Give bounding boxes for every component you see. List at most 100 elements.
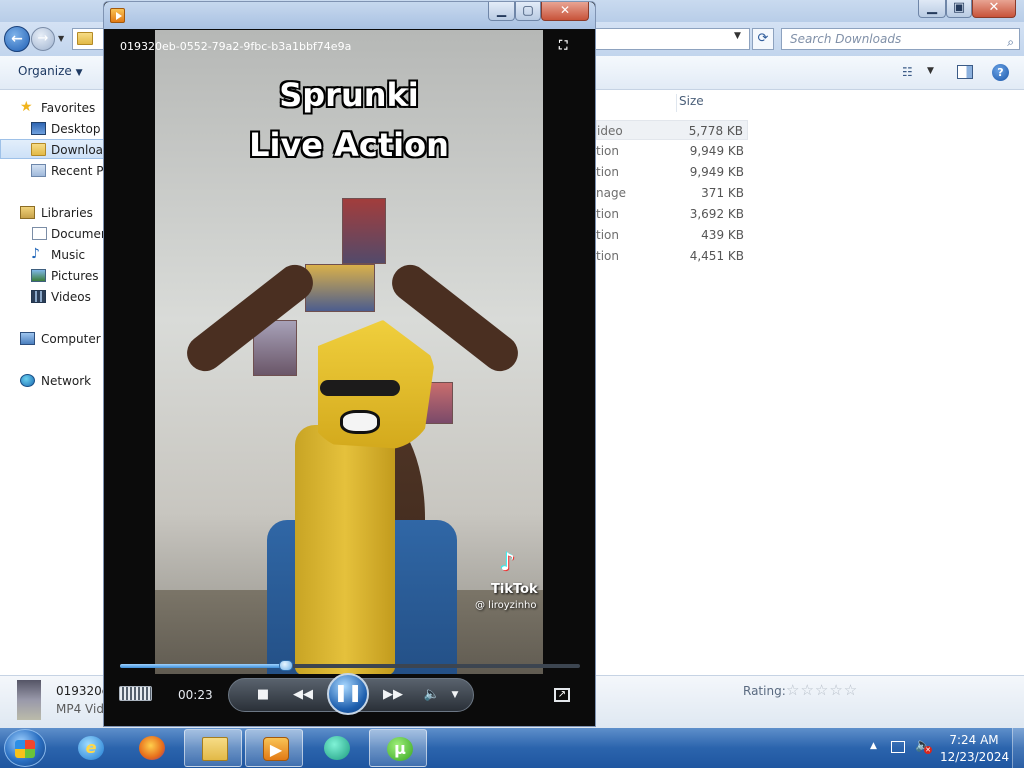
search-input[interactable]: Search Downloads ⌕: [781, 28, 1020, 50]
forward-button[interactable]: →: [31, 27, 55, 51]
nav-item-libraries[interactable]: Libraries: [0, 203, 104, 223]
organize-button[interactable]: Organize ▼: [18, 64, 83, 78]
column-header-size[interactable]: Size: [676, 94, 752, 112]
rating-label: Rating:: [743, 684, 786, 698]
player-maximize-button[interactable]: ▢: [515, 2, 541, 21]
file-type: tion: [596, 144, 619, 158]
nav-item-desktop[interactable]: Desktop: [0, 119, 104, 139]
tray-expand-icon[interactable]: ▲: [870, 741, 877, 751]
taskbar-messenger[interactable]: [307, 729, 365, 767]
mask-eyes: [320, 380, 400, 396]
refresh-button[interactable]: ⟳: [752, 28, 774, 50]
utorrent-icon: μ: [387, 737, 413, 761]
nav-item-favorites[interactable]: ★ Favorites: [0, 98, 104, 118]
taskbar-internet-explorer[interactable]: e: [61, 729, 119, 767]
seek-bar[interactable]: [120, 660, 580, 671]
computer-icon: [20, 332, 35, 345]
preview-pane-icon[interactable]: [957, 65, 973, 79]
file-row[interactable]: tion 4,451 KB: [596, 246, 748, 266]
fullscreen-icon[interactable]: ⛶: [559, 38, 567, 53]
file-row[interactable]: ideo 5,778 KB: [596, 120, 748, 140]
explorer-close-button[interactable]: ✕: [972, 0, 1016, 18]
action-center-icon[interactable]: [891, 741, 905, 753]
nav-item-network[interactable]: Network: [0, 371, 104, 391]
nav-item-pictures[interactable]: Pictures: [0, 266, 104, 286]
view-dropdown-icon[interactable]: ▼: [927, 66, 934, 76]
nav-item-recent-places[interactable]: Recent Places: [0, 161, 104, 181]
next-icon[interactable]: ▶▶: [376, 683, 410, 707]
library-icon: [20, 206, 35, 219]
nav-item-music[interactable]: ♪ Music: [0, 245, 104, 265]
file-row[interactable]: nage 371 KB: [596, 183, 748, 203]
mask-mouth: [340, 410, 380, 434]
start-button[interactable]: [4, 729, 46, 767]
taskbar-firefox[interactable]: [122, 729, 180, 767]
file-size: 4,451 KB: [689, 249, 744, 263]
rating-stars[interactable]: ☆☆☆☆☆: [786, 681, 858, 699]
show-desktop-button[interactable]: [1012, 728, 1024, 768]
videos-icon: [31, 290, 46, 303]
stop-icon[interactable]: ■: [252, 683, 274, 707]
volume-dropdown-icon[interactable]: ▼: [448, 683, 462, 707]
switch-to-library-icon[interactable]: [119, 686, 152, 701]
nav-item-documents[interactable]: Documents: [0, 224, 104, 244]
nav-item-videos[interactable]: Videos: [0, 287, 104, 307]
windows-logo-icon: [15, 740, 35, 758]
nav-item-downloads[interactable]: Downloads: [0, 139, 104, 159]
nav-label: Desktop: [51, 122, 101, 136]
clock-time[interactable]: 7:24 AM: [940, 733, 1008, 747]
file-type: tion: [596, 165, 619, 179]
file-row[interactable]: tion 9,949 KB: [596, 141, 748, 161]
watermark-user: @ liroyzinho: [475, 600, 537, 611]
help-icon[interactable]: ?: [992, 64, 1009, 81]
explorer-minimize-button[interactable]: ▁: [918, 0, 946, 18]
details-file-name: 019320e: [56, 684, 110, 698]
file-row[interactable]: tion 439 KB: [596, 225, 748, 245]
nav-item-computer[interactable]: Computer: [0, 329, 104, 349]
nav-label: Videos: [51, 290, 91, 304]
folder-icon: [202, 737, 228, 761]
switch-to-now-playing-icon[interactable]: ↗: [554, 688, 570, 702]
player-close-button[interactable]: ✕: [541, 2, 589, 21]
file-row[interactable]: tion 9,949 KB: [596, 162, 748, 182]
details-file-type: MP4 Vid: [56, 702, 104, 716]
nav-label: Network: [41, 374, 92, 388]
elapsed-time: 00:23: [178, 688, 213, 702]
tiktok-icon: ♪: [500, 548, 516, 576]
address-dropdown-icon[interactable]: ▼: [734, 31, 741, 41]
taskbar-media-player[interactable]: ▶: [245, 729, 303, 767]
wall-poster: [342, 198, 386, 264]
seek-handle[interactable]: [278, 660, 293, 671]
organize-label: Organize: [18, 64, 72, 78]
overlay-title-line1: Sprunki: [279, 76, 419, 114]
wall-poster: [305, 264, 375, 312]
explorer-maximize-button[interactable]: ▣: [946, 0, 972, 18]
media-player-icon: ▶: [263, 737, 289, 761]
taskbar-utorrent[interactable]: μ: [369, 729, 427, 767]
player-minimize-button[interactable]: ▁: [488, 2, 515, 21]
nav-label: Computer: [41, 332, 101, 346]
file-row[interactable]: tion 3,692 KB: [596, 204, 748, 224]
previous-icon[interactable]: ◀◀: [286, 683, 320, 707]
volume-icon[interactable]: 🔈: [422, 683, 442, 707]
clock-date[interactable]: 12/23/2024: [940, 750, 1009, 764]
video-frame[interactable]: Sprunki Live Action ♪ TikTok @ liroyzinh…: [155, 30, 543, 674]
file-type: tion: [596, 207, 619, 221]
file-size: 3,692 KB: [689, 207, 744, 221]
document-icon: [32, 227, 47, 240]
taskbar-windows-explorer[interactable]: [184, 729, 242, 767]
history-dropdown-icon[interactable]: ▼: [58, 34, 64, 43]
left-arm: [179, 257, 321, 379]
file-thumbnail: [17, 680, 41, 720]
view-options-icon[interactable]: ☷: [902, 65, 920, 79]
media-player-window: ▁ ▢ ✕ Sprunki Live Action ♪ TikTok @ lir…: [103, 1, 596, 727]
nav-label: Documents: [51, 227, 104, 241]
file-type: tion: [596, 228, 619, 242]
desktop-icon: [31, 122, 46, 135]
network-icon: [20, 374, 35, 387]
search-icon[interactable]: ⌕: [1007, 32, 1014, 52]
pause-button[interactable]: ❚❚: [327, 673, 369, 715]
overlay-title-line2: Live Action: [249, 126, 449, 164]
file-size: 439 KB: [701, 228, 744, 242]
back-button[interactable]: ←: [4, 26, 30, 52]
